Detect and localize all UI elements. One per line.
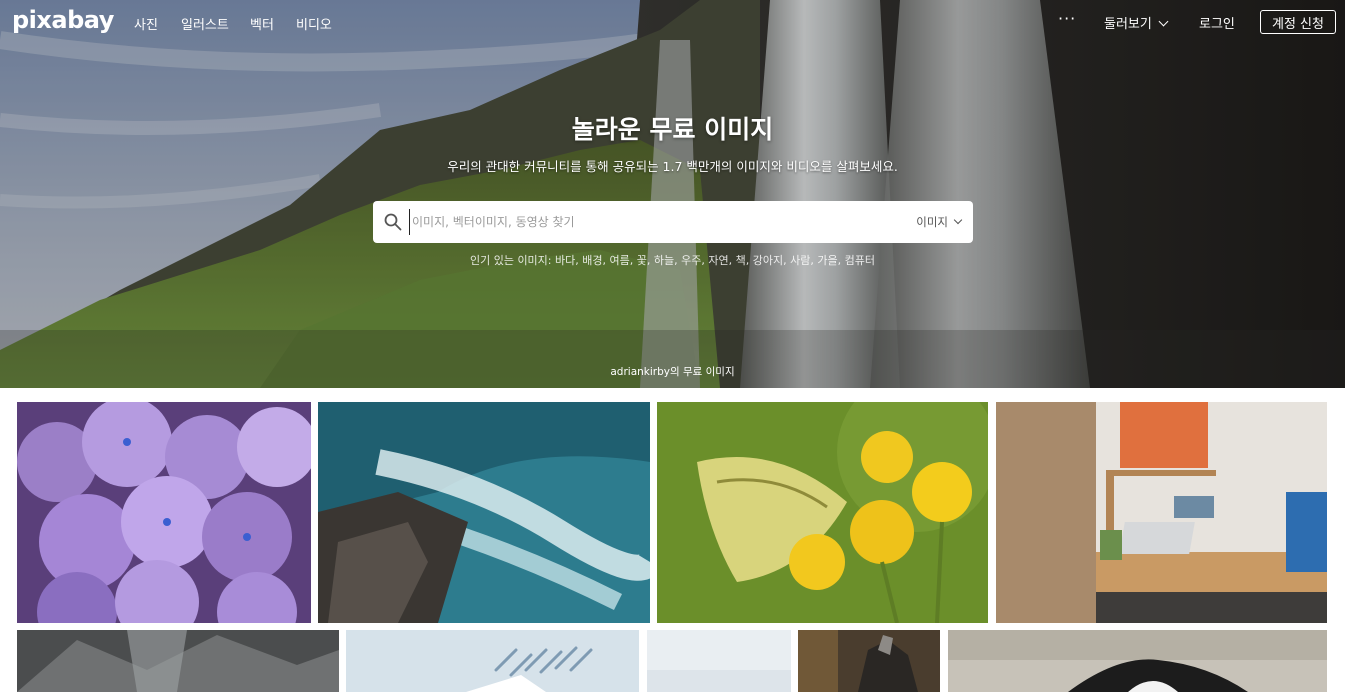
popular-tag[interactable]: 컴퓨터 xyxy=(845,254,875,267)
popular-tag[interactable]: 가을 xyxy=(817,254,837,267)
image-credit[interactable]: adriankirby의 무료 이미지 xyxy=(0,364,1345,379)
gallery-image-butterfly[interactable] xyxy=(657,402,988,623)
popular-tag[interactable]: 우주 xyxy=(681,254,701,267)
gallery-image-dog[interactable] xyxy=(948,630,1327,692)
sky-photo xyxy=(647,630,791,692)
popular-tag[interactable]: 하늘 xyxy=(654,254,674,267)
popular-tag[interactable]: 책 xyxy=(736,254,746,267)
explore-dropdown[interactable]: 둘러보기 xyxy=(1104,13,1169,32)
popular-tag[interactable]: 여름 xyxy=(610,254,630,267)
explore-label: 둘러보기 xyxy=(1104,17,1152,32)
popular-tag[interactable]: 사람 xyxy=(790,254,810,267)
gallery-image-ocean[interactable] xyxy=(318,402,650,623)
nav-link-vectors[interactable]: 벡터 xyxy=(250,14,274,33)
hero-subtitle: 우리의 관대한 커뮤니티를 통해 공유되는 1.7 백만개의 이미지와 비디오를… xyxy=(447,159,898,174)
search-input[interactable] xyxy=(409,209,889,235)
graphic-illustration xyxy=(346,630,639,692)
gallery-image-graphic[interactable] xyxy=(346,630,639,692)
gallery-image-hydrangea[interactable] xyxy=(17,402,311,623)
popular-label: 인기 있는 이미지: xyxy=(469,254,552,267)
nav-link-illustrations[interactable]: 일러스트 xyxy=(181,14,229,33)
login-link[interactable]: 로그인 xyxy=(1199,13,1235,32)
more-options-icon[interactable]: ··· xyxy=(1058,9,1076,28)
chevron-down-icon xyxy=(1158,16,1169,27)
nav-link-photos[interactable]: 사진 xyxy=(134,14,158,33)
butterfly-photo xyxy=(657,402,988,623)
search-type-select[interactable]: 이미지 xyxy=(916,214,963,230)
gallery-image-mountain[interactable] xyxy=(17,630,339,692)
popular-tag[interactable]: 꽃 xyxy=(637,254,647,267)
nav-link-videos[interactable]: 비디오 xyxy=(296,14,332,33)
search-type-label: 이미지 xyxy=(916,215,948,229)
popular-tag[interactable]: 바다 xyxy=(555,254,575,267)
gallery-image-sky[interactable] xyxy=(647,630,791,692)
signup-button[interactable]: 계정 신청 xyxy=(1260,10,1336,34)
mountain-photo xyxy=(17,630,339,692)
pixabay-logo[interactable]: pixabay xyxy=(12,6,114,34)
office-photo xyxy=(996,402,1327,623)
search-icon[interactable] xyxy=(384,213,402,231)
popular-tag[interactable]: 배경 xyxy=(582,254,602,267)
gallery-image-office[interactable] xyxy=(996,402,1327,623)
chevron-down-icon xyxy=(953,215,963,225)
hydrangea-photo xyxy=(17,402,311,623)
hero-title: 놀라운 무료 이미지 xyxy=(571,115,774,144)
popular-tag[interactable]: 자연 xyxy=(708,254,728,267)
figure-photo xyxy=(798,630,940,692)
popular-searches: 인기 있는 이미지: 바다, 배경, 여름, 꽃, 하늘, 우주, 자연, 책,… xyxy=(469,254,876,267)
popular-tag[interactable]: 강아지 xyxy=(753,254,783,267)
hero-banner: pixabay 사진 일러스트 벡터 비디오 ··· 둘러보기 로그인 계정 신… xyxy=(0,0,1345,388)
top-navigation: pixabay 사진 일러스트 벡터 비디오 ··· 둘러보기 로그인 계정 신… xyxy=(0,0,1345,46)
search-bar: 이미지 xyxy=(373,201,973,243)
ocean-photo xyxy=(318,402,650,623)
hero-overlay xyxy=(0,0,1345,388)
dog-photo xyxy=(948,630,1327,692)
gallery-image-figure[interactable] xyxy=(798,630,940,692)
